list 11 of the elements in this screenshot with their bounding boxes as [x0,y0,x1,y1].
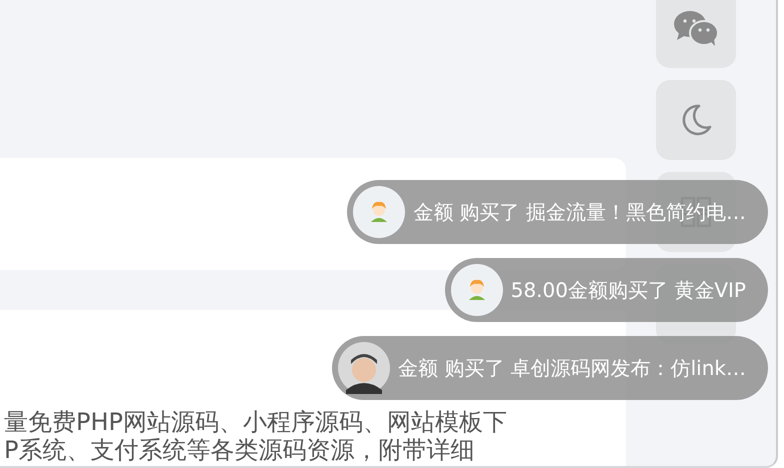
notification-text: 58.00金额购买了 黄金VIP [510,276,746,304]
description-text: P系统、支付系统等各类源码资源，附带详细 [4,436,476,464]
chat-icon [673,9,719,47]
notification-text: 金额 购买了 卓创源码网发布：仿link… [398,354,746,382]
notification-text: 金额 购买了 掘金流量！黑色简约电… [413,198,746,226]
avatar-icon [450,264,503,316]
side-button[interactable] [656,0,736,68]
side-button[interactable] [656,80,736,160]
description-text: 量免费PHP网站源码、小程序源码、网站模板下 [4,408,508,436]
avatar-icon [338,342,390,394]
avatar-icon [353,186,406,238]
